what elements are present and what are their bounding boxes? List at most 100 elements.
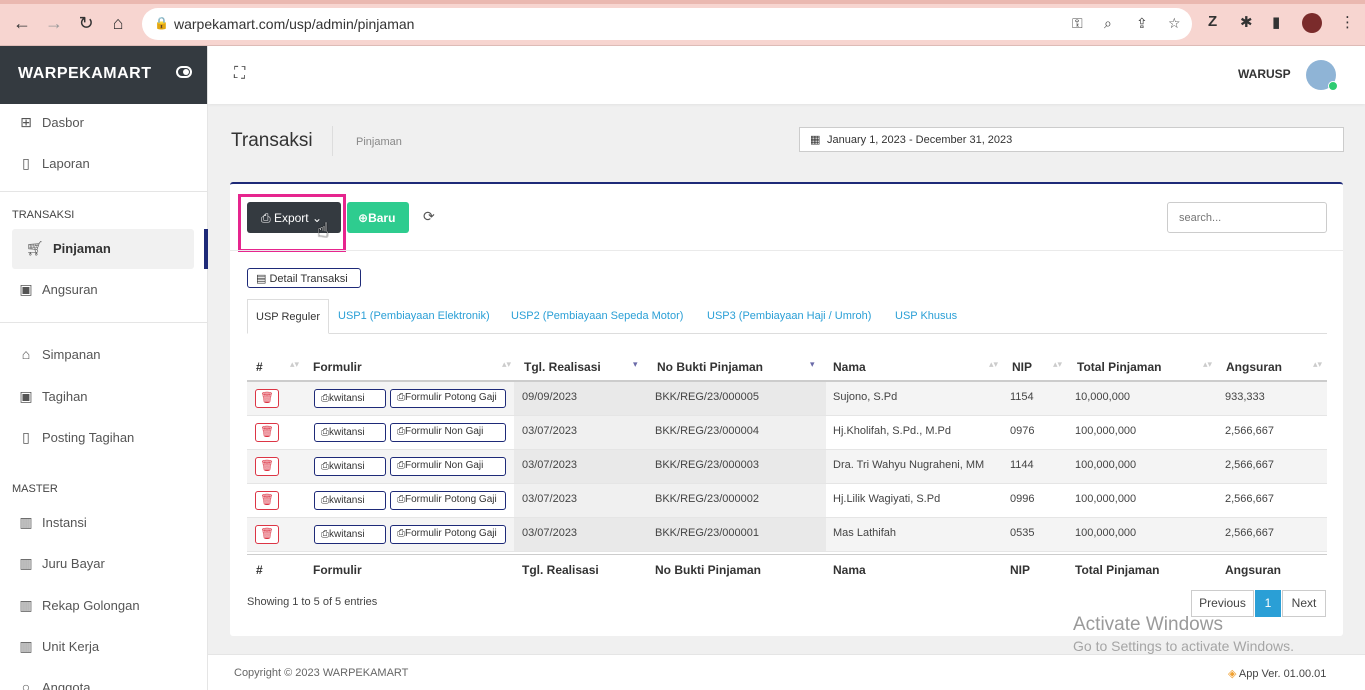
sidebar-toggle-icon[interactable] — [176, 66, 192, 78]
extension-z-icon[interactable]: Z — [1208, 13, 1217, 30]
kwitansi-button[interactable]: ⎙kwitansi — [314, 491, 386, 510]
sort-icon[interactable]: ▴▾ — [989, 359, 998, 370]
kwitansi-button[interactable]: ⎙kwitansi — [314, 389, 386, 408]
next-page-button[interactable]: Next — [1282, 590, 1326, 617]
trash-icon[interactable]: 🗑︎ — [255, 423, 279, 442]
previous-page-button[interactable]: Previous — [1191, 590, 1254, 617]
trash-icon[interactable]: 🗑︎ — [255, 457, 279, 476]
sidebar-item-rekap-golongan[interactable]: ▥ Rekap Golongan — [12, 586, 194, 626]
column-header[interactable]: Formulir — [313, 360, 362, 374]
formulir-button[interactable]: ⎙Formulir Potong Gaji — [390, 525, 506, 544]
sort-icon[interactable]: ▴▾ — [1053, 359, 1062, 370]
address-bar[interactable]: 🔒 warpekamart.com/usp/admin/pinjaman ⚿ ⌕… — [142, 8, 1192, 40]
sidebar-item-label: Instansi — [42, 515, 87, 530]
column-header[interactable]: No Bukti Pinjaman — [657, 360, 763, 374]
home-icon[interactable]: ⌂ — [106, 12, 130, 34]
card-header-divider — [230, 250, 1343, 251]
back-icon[interactable]: ← — [10, 12, 34, 34]
url-text[interactable]: warpekamart.com/usp/admin/pinjaman — [174, 16, 414, 32]
user-name[interactable]: WARUSP — [1238, 67, 1291, 81]
column-header[interactable]: Angsuran — [1226, 360, 1282, 374]
cart-icon: 🛒︎ — [26, 240, 44, 256]
key-icon[interactable]: ⚿ — [1072, 15, 1083, 32]
tab-usp-khusus[interactable]: USP Khusus — [895, 299, 957, 334]
sort-icon[interactable]: ▴▾ — [290, 359, 299, 370]
column-footer: NIP — [1010, 563, 1031, 577]
sidebar-item-laporan[interactable]: ▯ Laporan — [12, 144, 194, 184]
forward-icon[interactable]: → — [42, 12, 66, 34]
kwitansi-button[interactable]: ⎙kwitansi — [314, 525, 386, 544]
column-header[interactable]: Nama — [833, 360, 866, 374]
sort-icon[interactable]: ▴▾ — [1203, 359, 1212, 370]
tab-usp-reguler[interactable]: USP Reguler — [247, 299, 329, 334]
nip: 0535 — [1010, 527, 1035, 539]
column-footer: Angsuran — [1225, 563, 1282, 577]
side-panel-icon[interactable]: ▮ — [1272, 13, 1280, 31]
table-row: 🗑︎ ⎙kwitansi ⎙Formulir Non Gaji 03/07/20… — [247, 450, 1327, 484]
sidebar: WARPEKAMART ⊞ Dasbor ▯ Laporan TRANSAKSI… — [0, 46, 208, 690]
page-1-button[interactable]: 1 — [1255, 590, 1281, 617]
refresh-icon[interactable]: ⟳ — [423, 208, 435, 225]
table-row: 🗑︎ ⎙kwitansi ⎙Formulir Potong Gaji 03/07… — [247, 484, 1327, 518]
tab-usp2[interactable]: USP2 (Pembiayaan Sepeda Motor) — [511, 299, 683, 334]
brand-name[interactable]: WARPEKAMART — [18, 65, 152, 83]
menu-kebab-icon[interactable]: ⋮ — [1340, 13, 1355, 31]
formulir-button[interactable]: ⎙Formulir Non Gaji — [390, 423, 506, 442]
formulir-button[interactable]: ⎙Formulir Potong Gaji — [390, 389, 506, 408]
bookmark-star-icon[interactable]: ☆ — [1168, 15, 1181, 32]
tab-usp1[interactable]: USP1 (Pembiayaan Elektronik) — [338, 299, 490, 334]
no-bukti: BKK/REG/23/000003 — [655, 459, 759, 471]
formulir-button[interactable]: ⎙Formulir Non Gaji — [390, 457, 506, 476]
total-pinjaman: 100,000,000 — [1075, 493, 1137, 505]
date-range-picker[interactable]: ▦ January 1, 2023 - December 31, 2023 — [799, 127, 1344, 152]
highlight-box — [238, 194, 346, 252]
trash-icon[interactable]: 🗑︎ — [255, 389, 279, 408]
trash-icon[interactable]: 🗑︎ — [255, 491, 279, 510]
sort-icon[interactable]: ▴▾ — [1313, 359, 1322, 370]
fullscreen-icon[interactable]: ⛶ — [234, 65, 245, 83]
sidebar-item-posting-tagihan[interactable]: ▯ Posting Tagihan — [12, 418, 194, 458]
nip: 0976 — [1010, 425, 1035, 437]
no-bukti: BKK/REG/23/000004 — [655, 425, 759, 437]
sidebar-item-angsuran[interactable]: ▣ Angsuran — [12, 270, 194, 310]
loan-type-tabs: USP Reguler USP1 (Pembiayaan Elektronik)… — [247, 299, 1327, 334]
trash-icon[interactable]: 🗑︎ — [255, 525, 279, 544]
kwitansi-button[interactable]: ⎙kwitansi — [314, 457, 386, 476]
sort-icon[interactable]: ▾ — [810, 359, 815, 370]
sidebar-item-instansi[interactable]: ▥ Instansi — [12, 503, 194, 543]
top-header: ⛶ WARUSP — [208, 46, 1365, 104]
sidebar-item-pinjaman[interactable]: 🛒︎ Pinjaman — [12, 229, 194, 269]
zoom-icon[interactable]: ⌕ — [1104, 15, 1112, 32]
transactions-card: ⎙ Export ⌄ ☝ ⊕Baru ⟳ ▤ Detail Transaksi … — [230, 182, 1343, 636]
sidebar-item-anggota[interactable]: ○ Anggota — [12, 668, 194, 690]
detail-transaksi-button[interactable]: ▤ Detail Transaksi — [247, 268, 361, 288]
column-header[interactable]: Tgl. Realisasi — [524, 360, 601, 374]
sidebar-item-juru-bayar[interactable]: ▥ Juru Bayar — [12, 544, 194, 584]
extensions-puzzle-icon[interactable]: ✱ — [1240, 13, 1253, 31]
share-icon[interactable]: ⇪ — [1136, 15, 1148, 32]
new-button[interactable]: ⊕Baru — [347, 202, 409, 233]
table-row: 🗑︎ ⎙kwitansi ⎙Formulir Potong Gaji 03/07… — [247, 518, 1327, 552]
profile-avatar[interactable] — [1302, 13, 1322, 33]
sidebar-item-simpanan[interactable]: ⌂ Simpanan — [12, 335, 194, 375]
search-input[interactable] — [1167, 202, 1327, 233]
sidebar-item-label: Laporan — [42, 156, 90, 171]
sidebar-item-dasbor[interactable]: ⊞ Dasbor — [12, 103, 194, 143]
kwitansi-button[interactable]: ⎙kwitansi — [314, 423, 386, 442]
column-header[interactable]: NIP — [1012, 360, 1032, 374]
column-header[interactable]: Total Pinjaman — [1077, 360, 1161, 374]
sort-icon[interactable]: ▴▾ — [502, 359, 511, 370]
sort-icon[interactable]: ▾ — [633, 359, 638, 370]
sidebar-item-unit-kerja[interactable]: ▥ Unit Kerja — [12, 627, 194, 667]
user-avatar[interactable] — [1306, 60, 1338, 91]
column-header[interactable]: # — [256, 360, 263, 374]
sidebar-item-tagihan[interactable]: ▣ Tagihan — [12, 377, 194, 417]
nama: Dra. Tri Wahyu Nugraheni, MM — [833, 459, 985, 471]
bank-icon: ⌂ — [21, 346, 31, 362]
formulir-button[interactable]: ⎙Formulir Potong Gaji — [390, 491, 506, 510]
tgl-realisasi: 03/07/2023 — [522, 493, 578, 505]
active-indicator — [204, 229, 208, 269]
reload-icon[interactable]: ↻ — [74, 12, 98, 34]
tab-usp3[interactable]: USP3 (Pembiayaan Haji / Umroh) — [707, 299, 871, 334]
sidebar-item-label: Anggota — [42, 680, 91, 690]
